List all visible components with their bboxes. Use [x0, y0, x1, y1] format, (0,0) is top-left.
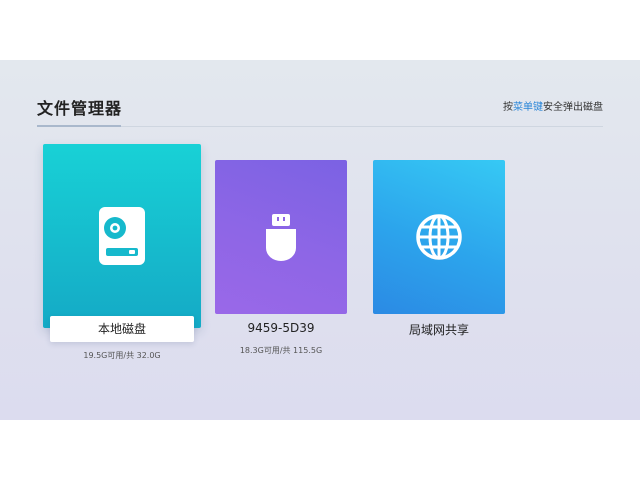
title-underline	[37, 125, 121, 127]
hint-suffix: 安全弹出磁盘	[543, 102, 603, 113]
device-name: 局域网共享	[408, 323, 469, 337]
lan-share-tile[interactable]	[373, 160, 505, 314]
usb-drive-icon	[266, 214, 296, 261]
page-title: 文件管理器	[37, 99, 123, 118]
device-card-local-disk[interactable]: 本地磁盘 19.5G可用/共 32.0G	[43, 144, 201, 364]
device-card-usb-drive[interactable]: 9459-5D39 18.3G可用/共 115.5G	[215, 160, 347, 360]
device-usage: 19.5G可用/共 32.0G	[83, 351, 161, 360]
device-card-lan-share[interactable]: 局域网共享	[373, 160, 505, 360]
header-divider	[37, 126, 603, 127]
hint-prefix: 按	[503, 102, 513, 113]
device-name: 本地磁盘	[50, 316, 194, 342]
menu-key-label: 菜单键	[513, 102, 543, 113]
hard-drive-icon	[99, 207, 145, 265]
device-usage: 18.3G可用/共 115.5G	[239, 346, 323, 355]
local-disk-tile[interactable]	[43, 144, 201, 328]
eject-hint: 按菜单键安全弹出磁盘	[503, 98, 603, 113]
device-name: 9459-5D39	[247, 321, 315, 335]
usb-drive-tile[interactable]	[215, 160, 347, 314]
globe-icon	[416, 214, 462, 260]
file-manager-screen: 文件管理器 按菜单键安全弹出磁盘 本地磁盘 19.5G可用/共 32.0G 94…	[0, 60, 640, 420]
